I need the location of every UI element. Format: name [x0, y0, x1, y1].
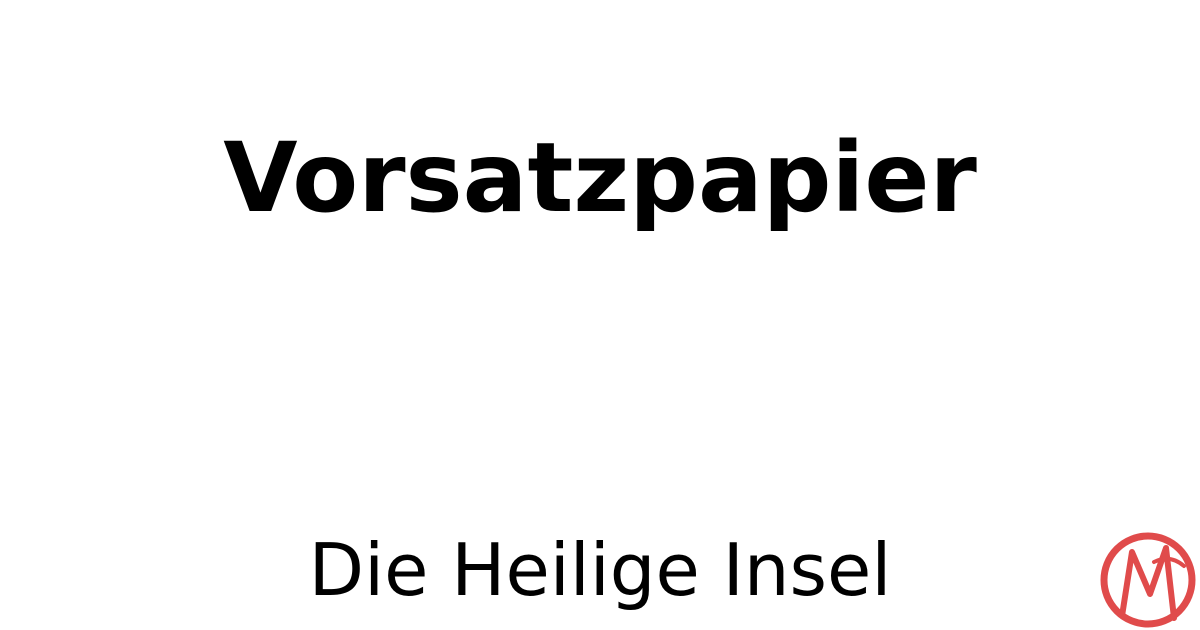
- page-title: Vorsatzpapier: [223, 122, 977, 234]
- monogram-logo-icon: [1100, 532, 1196, 628]
- logo-circle: [1100, 532, 1196, 628]
- page-subtitle: Die Heilige Insel: [308, 528, 892, 612]
- share-card: Vorsatzpapier Die Heilige Insel: [0, 0, 1200, 630]
